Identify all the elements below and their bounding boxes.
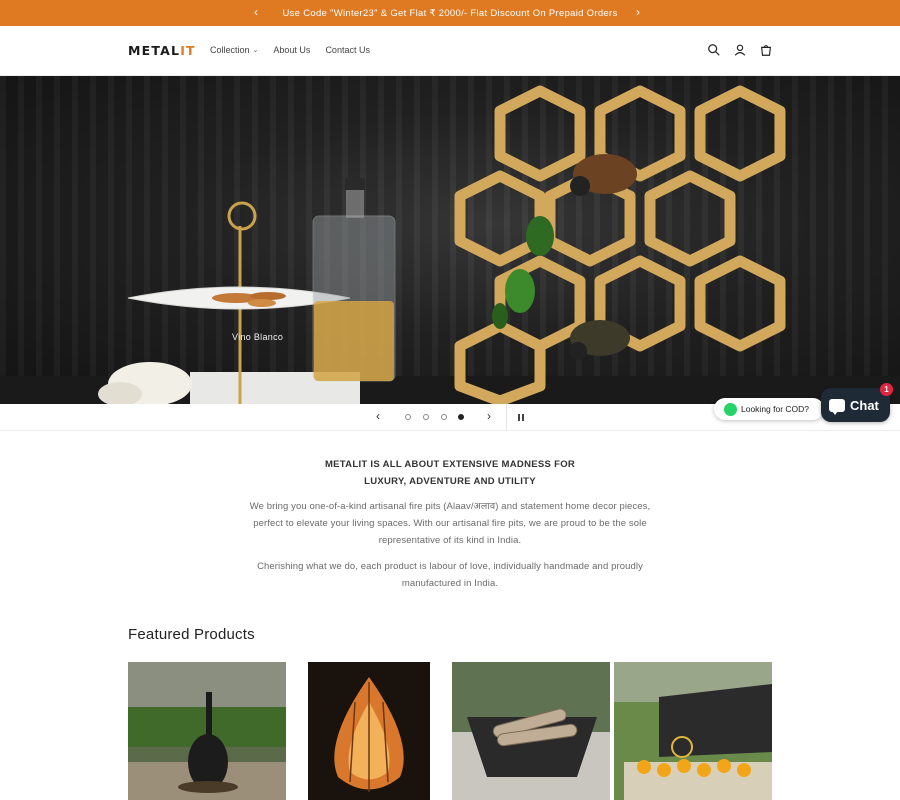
- intro-heading-line-1: METALIT IS ALL ABOUT EXTENSIVE MADNESS F…: [324, 459, 576, 470]
- slide-prev-button[interactable]: ‹: [376, 409, 380, 423]
- cod-whatsapp-widget[interactable]: Looking for COD?: [714, 398, 824, 420]
- slide-dot-3[interactable]: [441, 414, 447, 420]
- slide-next-button[interactable]: ›: [487, 409, 491, 423]
- slide-dot-4[interactable]: [458, 414, 464, 420]
- announcement-next-arrow[interactable]: ›: [636, 5, 640, 19]
- pause-icon-bar: [522, 414, 524, 421]
- intro-p1-line-2: perfect to elevate your living spaces. W…: [253, 518, 647, 529]
- intro-paragraph-2: Cherishing what we do, each product is l…: [225, 558, 675, 592]
- announcement-prev-arrow[interactable]: ‹: [254, 5, 258, 19]
- main-nav: Collection ⌄ About Us Contact Us: [210, 45, 370, 55]
- intro-heading: METALIT IS ALL ABOUT EXTENSIVE MADNESS F…: [200, 456, 700, 490]
- intro-p2-line-1: Cherishing what we do, each product is l…: [257, 561, 643, 572]
- product-image: [290, 662, 448, 800]
- logo-accent: IT: [180, 43, 196, 58]
- nav-item-label: Collection: [210, 45, 250, 55]
- intro-paragraph-1: We bring you one-of-a-kind artisanal fir…: [225, 498, 675, 549]
- announcement-bar: ‹ Use Code "Winter23" & Get Flat ₹ 2000/…: [0, 0, 900, 26]
- product-image: [614, 662, 772, 800]
- logo-main: METAL: [128, 43, 181, 58]
- logo[interactable]: METALIT: [128, 43, 196, 58]
- nav-item-label: Contact Us: [325, 45, 370, 55]
- intro-heading-line-2: LUXURY, ADVENTURE AND UTILITY: [364, 476, 536, 487]
- pause-slideshow-button[interactable]: [506, 404, 532, 431]
- intro-p1-line-3: representative of its kind in India.: [378, 535, 522, 546]
- product-card-planter-fire-pit[interactable]: [614, 662, 772, 800]
- search-icon[interactable]: [707, 43, 721, 57]
- chat-unread-badge: 1: [880, 383, 893, 396]
- whatsapp-icon: [724, 402, 737, 416]
- hero-slideshow: Vino Blanco: [0, 76, 900, 404]
- featured-products-heading: Featured Products: [128, 626, 255, 643]
- chat-button[interactable]: Chat: [821, 388, 890, 422]
- product-image: [128, 662, 286, 800]
- nav-item-contact-us[interactable]: Contact Us: [325, 45, 370, 55]
- header-icons: [707, 43, 773, 57]
- announcement-text: Use Code "Winter23" & Get Flat ₹ 2000/- …: [282, 7, 618, 19]
- account-icon[interactable]: [733, 43, 747, 57]
- intro-p2-line-2: manufactured in India.: [401, 578, 499, 589]
- product-card-log-fire-pit[interactable]: [452, 662, 610, 800]
- cart-icon[interactable]: [759, 43, 773, 57]
- product-card-flame-lamp[interactable]: [290, 662, 448, 800]
- product-image: [452, 662, 610, 800]
- intro-p1-line-1: We bring you one-of-a-kind artisanal fir…: [249, 501, 651, 512]
- nav-item-about-us[interactable]: About Us: [273, 45, 310, 55]
- slide-dot-2[interactable]: [423, 414, 429, 420]
- nav-item-label: About Us: [273, 45, 311, 55]
- site-header: METALIT Collection ⌄ About Us Contact Us: [0, 26, 900, 76]
- chat-bubble-icon: [829, 398, 845, 415]
- slide-dot-1[interactable]: [405, 414, 411, 420]
- hero-caption: Vino Blanco: [232, 332, 284, 342]
- cod-label: Looking for COD?: [741, 404, 810, 414]
- chevron-down-icon: ⌄: [252, 47, 259, 54]
- hero-image: [0, 85, 900, 404]
- pause-icon: [518, 414, 520, 421]
- nav-item-collection[interactable]: Collection ⌄: [210, 45, 258, 55]
- product-card-guitar-fire-pit[interactable]: [128, 662, 286, 800]
- chat-label: Chat: [850, 397, 879, 413]
